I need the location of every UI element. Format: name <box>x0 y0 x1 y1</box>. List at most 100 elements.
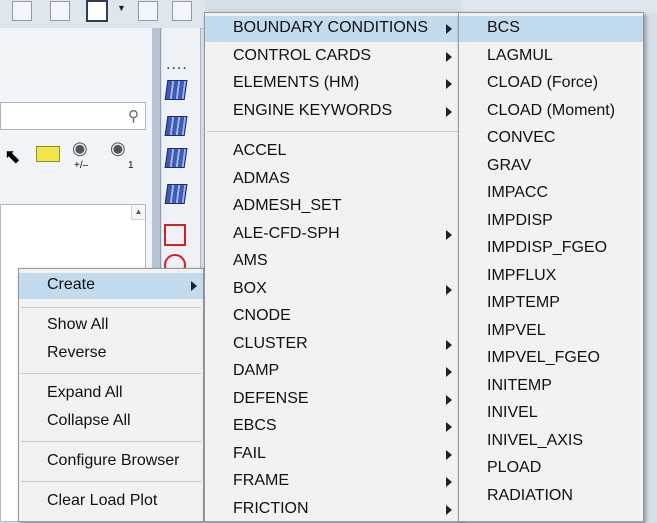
menu-item-ale-cfd-sph-label: ALE-CFD-SPH <box>233 224 340 242</box>
create-submenu: BOUNDARY CONDITIONS CONTROL CARDS ELEMENTS… <box>204 12 462 522</box>
menu-item-box[interactable]: BOX <box>205 277 461 303</box>
menu-item-configure-browser[interactable]: Configure Browser <box>19 449 203 475</box>
menu-item-boundary-conditions-label: BOUNDARY CONDITIONS <box>233 19 428 36</box>
menu-item-cload-moment[interactable]: CLOAD (Moment) <box>459 99 643 125</box>
menu-item-frame[interactable]: FRAME <box>205 469 461 495</box>
menu-item-control-cards[interactable]: CONTROL CARDS <box>205 44 461 70</box>
menu-item-admas[interactable]: ADMAS <box>205 167 461 193</box>
menu-item-frame-label: FRAME <box>233 472 289 489</box>
eye-single-icon[interactable]: ◉ <box>110 138 126 159</box>
menu-item-fail[interactable]: FAIL <box>205 442 461 468</box>
cursor-icon[interactable]: ⬉ <box>4 144 21 169</box>
menu-item-fail-label: FAIL <box>233 444 266 462</box>
menu-item-cload-force[interactable]: CLOAD (Force) <box>459 71 643 97</box>
menu-item-initemp-label: INITEMP <box>487 376 552 394</box>
browser-search-input[interactable]: ⚲ <box>0 102 146 130</box>
menu-item-grav[interactable]: GRAV <box>459 154 643 180</box>
more-icon[interactable]: .... <box>166 56 188 74</box>
menu-item-impacc[interactable]: IMPACC <box>459 181 643 207</box>
submenu-arrow-icon <box>446 477 452 487</box>
menu-item-create[interactable]: Create <box>19 273 203 299</box>
eye-single-label: 1 <box>128 160 134 171</box>
menu-item-accel[interactable]: ACCEL <box>205 139 461 165</box>
add-icon[interactable] <box>12 1 32 21</box>
menu-item-defense[interactable]: DEFENSE <box>205 387 461 413</box>
eye-icon[interactable]: ◉ <box>72 138 88 159</box>
menu-item-cluster[interactable]: CLUSTER <box>205 332 461 358</box>
menu-item-ams-label: AMS <box>233 252 268 269</box>
menu-item-admas-label: ADMAS <box>233 169 290 187</box>
toolbar-icon-a[interactable] <box>138 1 158 21</box>
menu-item-imptemp[interactable]: IMPTEMP <box>459 291 643 317</box>
menu-item-expand-all-label: Expand All <box>47 384 123 401</box>
menu-item-cload-moment-label: CLOAD (Moment) <box>487 101 616 119</box>
menu-item-cnode-label: CNODE <box>233 307 291 324</box>
menu-item-damp[interactable]: DAMP <box>205 359 461 385</box>
menu-item-convec[interactable]: CONVEC <box>459 126 643 152</box>
menu-item-boundary-conditions[interactable]: BOUNDARY CONDITIONS <box>205 16 461 42</box>
submenu-arrow-icon <box>446 284 452 295</box>
search-icon[interactable]: ⚲ <box>128 107 139 125</box>
menu-item-collapse-all[interactable]: Collapse All <box>19 409 203 435</box>
submenu-arrow-icon <box>446 79 452 89</box>
menu-item-accel-label: ACCEL <box>233 142 287 159</box>
menu-item-initemp[interactable]: INITEMP <box>459 374 643 400</box>
menu-item-box-label: BOX <box>233 279 267 297</box>
submenu-arrow-icon <box>446 422 452 432</box>
menu-item-impflux[interactable]: IMPFLUX <box>459 264 643 290</box>
menu-item-lagmul-label: LAGMUL <box>487 46 553 64</box>
menu-item-clear-load-plot[interactable]: Clear Load Plot <box>19 489 203 515</box>
menu-item-cluster-label: CLUSTER <box>233 334 308 352</box>
menu-item-elements-hm-label: ELEMENTS (HM) <box>233 74 360 91</box>
component-icon[interactable] <box>50 1 70 21</box>
menu-item-engine-keywords-label: ENGINE KEYWORDS <box>233 101 393 119</box>
menu-item-bcs-label: BCS <box>487 19 520 36</box>
toolbar-icon-b[interactable] <box>172 1 192 21</box>
mesh-solid-icon[interactable] <box>164 184 188 204</box>
mesh-icon[interactable] <box>164 80 188 100</box>
filter-icon[interactable] <box>36 146 60 162</box>
menu-separator <box>207 131 459 132</box>
menu-item-ams[interactable]: AMS <box>205 249 461 275</box>
menu-item-lagmul[interactable]: LAGMUL <box>459 44 643 70</box>
menu-item-impvel-label: IMPVEL <box>487 321 546 339</box>
submenu-arrow-icon <box>446 394 452 405</box>
menu-item-reverse[interactable]: Reverse <box>19 341 203 367</box>
menu-item-pload[interactable]: PLOAD <box>459 456 643 482</box>
menu-item-radiation[interactable]: RADIATION <box>459 484 643 510</box>
menu-item-friction[interactable]: FRICTION <box>205 497 461 523</box>
file-icon[interactable] <box>86 0 108 22</box>
menu-item-show-all[interactable]: Show All <box>19 313 203 339</box>
menu-item-reverse-label: Reverse <box>47 344 107 361</box>
menu-item-engine-keywords[interactable]: ENGINE KEYWORDS <box>205 99 461 125</box>
menu-item-elements-hm[interactable]: ELEMENTS (HM) <box>205 71 461 97</box>
menu-item-bcs[interactable]: BCS <box>459 16 643 42</box>
mesh-select-icon[interactable] <box>164 224 186 246</box>
menu-item-impdisp-fgeo[interactable]: IMPDISP_FGEO <box>459 236 643 262</box>
menu-item-impvel-fgeo[interactable]: IMPVEL_FGEO <box>459 346 643 372</box>
menu-item-inivel-axis[interactable]: INIVEL_AXIS <box>459 429 643 455</box>
submenu-arrow-icon <box>446 339 452 350</box>
dropdown-caret-icon[interactable]: ▼ <box>117 3 126 13</box>
menu-separator <box>21 307 201 308</box>
submenu-arrow-icon <box>446 106 452 117</box>
menu-item-ale-cfd-sph[interactable]: ALE-CFD-SPH <box>205 222 461 248</box>
menu-item-impflux-label: IMPFLUX <box>487 266 557 284</box>
menu-item-expand-all[interactable]: Expand All <box>19 381 203 407</box>
menu-separator <box>21 481 201 482</box>
mesh-view-icon[interactable] <box>164 148 188 168</box>
menu-item-admesh-set[interactable]: ADMESH_SET <box>205 194 461 220</box>
mesh-edit-icon[interactable] <box>164 116 188 136</box>
menu-item-inivel[interactable]: INIVEL <box>459 401 643 427</box>
main-toolbar: ▼ <box>0 0 205 29</box>
menu-item-impdisp[interactable]: IMPDISP <box>459 209 643 235</box>
menu-item-clear-load-plot-label: Clear Load Plot <box>47 492 158 509</box>
menu-item-defense-label: DEFENSE <box>233 389 309 407</box>
menu-item-radiation-label: RADIATION <box>487 486 573 504</box>
menu-item-create-label: Create <box>47 276 96 293</box>
menu-item-impvel[interactable]: IMPVEL <box>459 319 643 345</box>
submenu-arrow-icon <box>191 281 197 291</box>
menu-item-ebcs[interactable]: EBCS <box>205 414 461 440</box>
scroll-up-button[interactable]: ▲ <box>131 205 145 220</box>
menu-item-cnode[interactable]: CNODE <box>205 304 461 330</box>
